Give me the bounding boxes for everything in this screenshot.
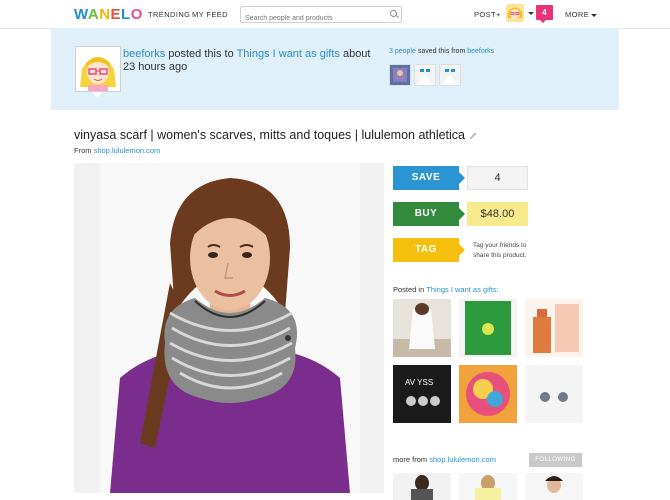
posted-in-heading: Posted in Things I want as gifts: [393,285,499,294]
more-menu[interactable]: MORE [565,10,598,19]
posted-in-label: Posted in [393,285,425,294]
product-title-text: vinyasa scarf | women's scarves, mitts a… [74,128,465,142]
source-link[interactable]: shop.lululemon.com [94,146,161,155]
more-from-item[interactable] [459,473,517,500]
tag-help-text: Tag your friends to share this product. [473,242,527,259]
activity-banner: beeforks posted this to Things I want as… [51,28,619,110]
collection-item-earrings[interactable] [525,365,583,423]
saved-from-link[interactable]: beeforks [467,48,494,55]
product-title: vinyasa scarf | women's scarves, mitts a… [74,128,477,142]
following-button[interactable]: FOLLOWING [529,453,582,467]
poster-link[interactable]: beeforks [123,48,165,60]
activity-text: beeforks posted this to Things I want as… [123,48,373,74]
more-from-label: more from [393,455,428,464]
more-from-source-link[interactable]: shop.lululemon.com [429,455,496,464]
more-label: MORE [565,10,590,19]
collection-item-tank-top[interactable] [393,299,451,357]
save-button[interactable]: SAVE [393,166,465,190]
svg-text:AV YSS: AV YSS [405,378,433,387]
price-value: $48.00 [480,208,515,220]
collection-link[interactable]: Things I want as gifts [237,48,340,60]
saver-avatar[interactable] [439,64,461,86]
buy-button[interactable]: BUY [393,202,465,226]
saved-count-link[interactable]: 3 people [389,48,416,55]
product-image[interactable] [100,163,360,493]
posted-in-collection-link[interactable]: Things I want as gifts: [426,285,499,294]
search-input[interactable] [241,11,389,26]
save-count: 4 [467,166,528,190]
wanelo-logo[interactable]: WANELO [74,6,143,23]
more-from-item[interactable] [525,473,583,500]
nav-my-feed[interactable]: MY FEED [192,10,228,19]
nav-trending[interactable]: TRENDING [148,10,190,19]
product-source: From shop.lululemon.com [74,146,160,155]
notification-badge[interactable]: 4 [536,5,553,23]
saver-avatar[interactable] [414,64,436,86]
collection-item-green-card[interactable] [459,299,517,357]
activity-verb: posted this to [168,48,234,60]
poster-avatar[interactable] [75,46,121,98]
saver-avatar[interactable] [389,64,411,86]
from-label: From [74,146,92,155]
post-button[interactable]: POST+ [474,10,501,19]
tag-button[interactable]: TAG [393,238,465,262]
saved-by-label: saved this from [417,48,466,55]
user-menu-caret-icon[interactable] [528,12,534,15]
price-tag[interactable]: $48.00 [467,202,528,226]
more-from-item[interactable] [393,473,451,500]
more-from-heading: more from shop.lululemon.com [393,455,496,464]
chevron-down-icon [591,13,598,17]
collection-item-colorful-scarf[interactable] [459,365,517,423]
collection-item-tshirt[interactable]: AV YSS [393,365,451,423]
top-bar: WANELO TRENDING MY FEED POST+ 4 MORE [0,0,670,29]
edit-pencil-icon[interactable] [469,132,477,140]
collection-item-bottle-illustration[interactable] [525,299,583,357]
user-avatar[interactable] [506,4,524,22]
search-icon[interactable] [390,10,397,17]
search-box[interactable] [240,6,402,26]
saved-by-text: 3 people saved this from beeforks [389,48,494,55]
avatar-pointer [92,92,102,98]
